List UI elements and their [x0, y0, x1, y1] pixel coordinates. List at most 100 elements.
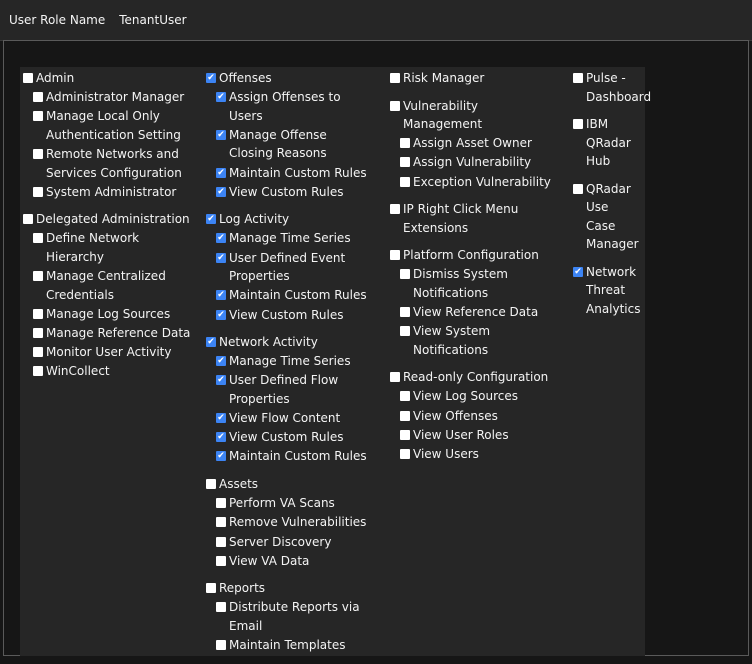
permission-group-qradar-use-case-manager[interactable]: QRadar Use Case Manager — [573, 180, 639, 254]
checkbox-unchecked-icon[interactable] — [390, 73, 400, 83]
permission-offenses-manage-offense-closing-reasons[interactable]: ✔ Manage Offense Closing Reasons — [206, 126, 372, 163]
checkbox-unchecked-icon[interactable] — [33, 111, 43, 122]
checkbox-unchecked-icon[interactable] — [216, 602, 226, 613]
checkbox-unchecked-icon[interactable] — [23, 214, 33, 225]
checkbox-unchecked-icon[interactable] — [33, 328, 43, 338]
permission-offenses-view-custom-rules[interactable]: ✔ View Custom Rules — [206, 183, 372, 202]
permission-group-admin[interactable]: Admin — [23, 69, 191, 88]
permission-group-pulse-dashboard[interactable]: Pulse - Dashboard — [573, 69, 651, 106]
permission-network-activity-view-custom-rules[interactable]: ✔ View Custom Rules — [206, 428, 372, 447]
checkbox-checked-icon[interactable]: ✔ — [206, 214, 216, 225]
checkbox-unchecked-icon[interactable] — [400, 138, 410, 149]
permission-platform-configuration-view-system-notifications[interactable]: View System Notifications — [390, 322, 560, 359]
permission-group-ibm-qradar-hub[interactable]: IBM QRadar Hub — [573, 115, 635, 171]
permission-group-delegated-administration[interactable]: Delegated Administration — [23, 210, 191, 229]
permission-group-read-only-configuration[interactable]: Read-only Configuration — [390, 368, 560, 387]
permission-read-only-configuration-view-user-roles[interactable]: View User Roles — [390, 426, 560, 445]
permission-assets-remove-vulnerabilities[interactable]: Remove Vulnerabilities — [206, 513, 372, 532]
checkbox-unchecked-icon[interactable] — [400, 306, 410, 317]
permission-assets-view-va-data[interactable]: View VA Data — [206, 552, 372, 571]
permission-delegated-administration-monitor-user-activity[interactable]: Monitor User Activity — [23, 343, 191, 362]
checkbox-unchecked-icon[interactable] — [400, 269, 410, 280]
permission-reports-maintain-templates[interactable]: Maintain Templates — [206, 636, 372, 655]
checkbox-unchecked-icon[interactable] — [33, 186, 43, 197]
permission-vulnerability-management-assign-vulnerability[interactable]: Assign Vulnerability — [390, 153, 560, 172]
checkbox-unchecked-icon[interactable] — [390, 372, 400, 383]
permission-reports-distribute-reports-via-email[interactable]: Distribute Reports via Email — [206, 598, 372, 635]
checkbox-unchecked-icon[interactable] — [33, 366, 43, 377]
checkbox-unchecked-icon[interactable] — [390, 204, 400, 215]
checkbox-unchecked-icon[interactable] — [400, 326, 410, 337]
checkbox-unchecked-icon[interactable] — [390, 100, 400, 111]
checkbox-checked-icon[interactable]: ✔ — [216, 451, 226, 462]
permission-group-offenses[interactable]: ✔ Offenses — [206, 69, 372, 88]
permission-network-activity-view-flow-content[interactable]: ✔ View Flow Content — [206, 409, 372, 428]
checkbox-unchecked-icon[interactable] — [33, 347, 43, 358]
checkbox-checked-icon[interactable]: ✔ — [216, 290, 226, 301]
permission-log-activity-maintain-custom-rules[interactable]: ✔ Maintain Custom Rules — [206, 286, 372, 305]
checkbox-checked-icon[interactable]: ✔ — [216, 309, 226, 320]
permission-delegated-administration-wincollect[interactable]: WinCollect — [23, 362, 191, 381]
checkbox-unchecked-icon[interactable] — [33, 271, 43, 282]
permission-network-activity-user-defined-flow-properties[interactable]: ✔ User Defined Flow Properties — [206, 371, 372, 408]
checkbox-checked-icon[interactable]: ✔ — [216, 92, 226, 103]
checkbox-checked-icon[interactable]: ✔ — [216, 252, 226, 263]
permission-log-activity-view-custom-rules[interactable]: ✔ View Custom Rules — [206, 306, 372, 325]
permission-admin-administrator-manager[interactable]: Administrator Manager — [23, 88, 191, 107]
permission-network-activity-manage-time-series[interactable]: ✔ Manage Time Series — [206, 352, 372, 371]
permission-platform-configuration-view-reference-data[interactable]: View Reference Data — [390, 303, 560, 322]
permission-vulnerability-management-exception-vulnerability[interactable]: Exception Vulnerability — [390, 173, 560, 192]
checkbox-unchecked-icon[interactable] — [33, 233, 43, 244]
permission-admin-remote-networks-and-services-configuration[interactable]: Remote Networks and Services Configurati… — [23, 145, 191, 182]
permission-delegated-administration-manage-log-sources[interactable]: Manage Log Sources — [23, 305, 191, 324]
checkbox-unchecked-icon[interactable] — [216, 498, 226, 509]
permission-log-activity-manage-time-series[interactable]: ✔ Manage Time Series — [206, 229, 372, 248]
permission-admin-manage-local-only-authentication-setting[interactable]: Manage Local Only Authentication Setting — [23, 107, 191, 144]
checkbox-unchecked-icon[interactable] — [33, 308, 43, 319]
permission-admin-system-administrator[interactable]: System Administrator — [23, 183, 191, 202]
permission-delegated-administration-manage-centralized-credentials[interactable]: Manage Centralized Credentials — [23, 267, 191, 304]
permission-read-only-configuration-view-log-sources[interactable]: View Log Sources — [390, 387, 560, 406]
permission-group-reports[interactable]: Reports — [206, 579, 372, 598]
checkbox-unchecked-icon[interactable] — [216, 517, 226, 528]
checkbox-checked-icon[interactable]: ✔ — [216, 375, 226, 386]
permission-vulnerability-management-assign-asset-owner[interactable]: Assign Asset Owner — [390, 134, 560, 153]
permission-assets-server-discovery[interactable]: Server Discovery — [206, 533, 372, 552]
permission-offenses-maintain-custom-rules[interactable]: ✔ Maintain Custom Rules — [206, 164, 372, 183]
checkbox-checked-icon[interactable]: ✔ — [216, 167, 226, 178]
checkbox-unchecked-icon[interactable] — [206, 478, 216, 489]
permission-network-activity-maintain-custom-rules[interactable]: ✔ Maintain Custom Rules — [206, 447, 372, 466]
checkbox-unchecked-icon[interactable] — [573, 183, 583, 194]
checkbox-unchecked-icon[interactable] — [216, 640, 226, 651]
permission-group-network-threat-analytics[interactable]: ✔ Network Threat Analytics — [573, 263, 641, 319]
permission-assets-perform-va-scans[interactable]: Perform VA Scans — [206, 494, 372, 513]
checkbox-unchecked-icon[interactable] — [390, 250, 400, 261]
permission-group-ip-right-click-menu-extensions[interactable]: IP Right Click Menu Extensions — [390, 200, 560, 237]
checkbox-unchecked-icon[interactable] — [216, 555, 226, 566]
checkbox-unchecked-icon[interactable] — [33, 92, 43, 103]
permission-group-risk-manager[interactable]: Risk Manager — [390, 69, 560, 88]
permission-log-activity-user-defined-event-properties[interactable]: ✔ User Defined Event Properties — [206, 249, 372, 286]
checkbox-checked-icon[interactable]: ✔ — [216, 432, 226, 443]
checkbox-checked-icon[interactable]: ✔ — [216, 356, 226, 367]
checkbox-unchecked-icon[interactable] — [573, 73, 583, 83]
checkbox-checked-icon[interactable]: ✔ — [573, 266, 583, 277]
checkbox-unchecked-icon[interactable] — [400, 410, 410, 421]
checkbox-checked-icon[interactable]: ✔ — [216, 186, 226, 197]
checkbox-unchecked-icon[interactable] — [400, 176, 410, 187]
checkbox-unchecked-icon[interactable] — [33, 149, 43, 160]
permission-read-only-configuration-view-users[interactable]: View Users — [390, 445, 560, 464]
checkbox-unchecked-icon[interactable] — [573, 119, 583, 129]
checkbox-checked-icon[interactable]: ✔ — [216, 129, 226, 140]
permission-offenses-assign-offenses-to-users[interactable]: ✔ Assign Offenses to Users — [206, 88, 372, 125]
permission-platform-configuration-dismiss-system-notifications[interactable]: Dismiss System Notifications — [390, 265, 560, 302]
checkbox-unchecked-icon[interactable] — [400, 448, 410, 459]
checkbox-unchecked-icon[interactable] — [400, 429, 410, 440]
permission-group-network-activity[interactable]: ✔ Network Activity — [206, 333, 372, 352]
checkbox-checked-icon[interactable]: ✔ — [216, 233, 226, 244]
permission-group-log-activity[interactable]: ✔ Log Activity — [206, 210, 372, 229]
permission-group-platform-configuration[interactable]: Platform Configuration — [390, 246, 560, 265]
checkbox-unchecked-icon[interactable] — [216, 536, 226, 547]
checkbox-unchecked-icon[interactable] — [400, 391, 410, 402]
permission-delegated-administration-define-network-hierarchy[interactable]: Define Network Hierarchy — [23, 229, 191, 266]
